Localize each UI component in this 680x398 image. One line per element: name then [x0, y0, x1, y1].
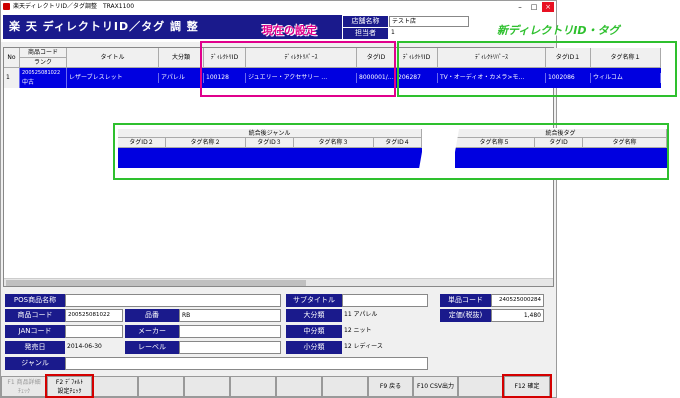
pos-name-label: POS商品名称	[5, 294, 65, 307]
subtitle-field[interactable]	[342, 294, 428, 307]
product-code-label: 商品コード	[5, 309, 65, 322]
current-settings-callout: 現在の設定	[262, 24, 317, 37]
f4-button[interactable]	[138, 376, 184, 397]
f7-button[interactable]	[276, 376, 322, 397]
genre-field[interactable]	[65, 357, 428, 370]
f11-button[interactable]	[458, 376, 504, 397]
col-no: No	[4, 48, 20, 68]
mid-label: 中分類	[286, 325, 342, 338]
jan-field[interactable]	[65, 325, 123, 338]
minor-field: 12 レディース	[344, 343, 383, 350]
app-icon	[3, 3, 10, 10]
close-icon[interactable]: ×	[542, 2, 554, 12]
current-settings-highlight	[200, 41, 396, 97]
row-code: 200525081022	[20, 68, 67, 78]
f1-detail-check-button[interactable]: F1 商品詳細 ﾁｪｯｸ	[1, 376, 47, 397]
row-rank: 中古	[20, 78, 67, 88]
unit-code-label: 単品コード	[440, 294, 491, 307]
release-label: 発売日	[5, 341, 65, 354]
row-major: アパレル	[159, 73, 204, 83]
staff-field: 1	[391, 29, 395, 36]
f9-back-button[interactable]: F9 戻る	[368, 376, 413, 397]
price-field[interactable]: 1,480	[491, 309, 544, 322]
maker-field[interactable]	[179, 325, 281, 338]
scrollbar-thumb[interactable]	[6, 280, 306, 286]
shop-label: 店舗名称	[343, 16, 388, 27]
f8-button[interactable]	[322, 376, 368, 397]
f12-highlight	[502, 374, 552, 398]
f6-button[interactable]	[230, 376, 276, 397]
major-field: 11 アパレル	[344, 311, 378, 318]
part-no-label: 品番	[125, 309, 179, 322]
major-label: 大分類	[286, 309, 342, 322]
jan-label: JANコード	[5, 325, 65, 338]
f3-button[interactable]	[92, 376, 138, 397]
label-field[interactable]	[179, 341, 281, 354]
unit-code-field[interactable]: 240525000284	[491, 294, 544, 307]
pos-name-field[interactable]	[65, 294, 281, 307]
f10-csv-button[interactable]: F10 CSV出力	[413, 376, 458, 397]
shop-field: テスト店	[389, 16, 469, 27]
mid-field: 12 ニット	[344, 327, 372, 334]
col-major: 大分類	[159, 48, 204, 68]
new-directory-callout: 新ディレクトリID・タグ	[497, 24, 620, 37]
row-title: レザーブレスレット	[67, 73, 159, 83]
merged-tags-highlight	[113, 123, 669, 180]
release-field: 2014-06-30	[67, 343, 102, 350]
label-label: レーベル	[125, 341, 179, 354]
price-label: 定価(税抜)	[440, 309, 491, 322]
title-bar: 楽天ディレクトリID／タグ調整 TRAX1100 – □ ×	[1, 1, 556, 12]
maker-label: メーカー	[125, 325, 179, 338]
grid-scrollbar[interactable]	[4, 278, 553, 286]
window-title: 楽天ディレクトリID／タグ調整 TRAX1100	[13, 3, 135, 10]
col-code: 商品コード	[20, 48, 67, 58]
new-directory-highlight	[397, 41, 677, 97]
product-code-field[interactable]: 200525081022	[65, 309, 123, 322]
f2-highlight	[45, 374, 94, 398]
minimize-icon[interactable]: –	[514, 2, 526, 12]
genre-label: ジャンル	[5, 357, 65, 370]
staff-label: 担当者	[343, 28, 388, 39]
maximize-icon[interactable]: □	[528, 2, 540, 12]
row-no: 1	[4, 68, 20, 88]
col-title: タイトル	[67, 48, 159, 68]
f5-button[interactable]	[184, 376, 230, 397]
subtitle-label: サブタイトル	[286, 294, 342, 307]
col-rank: ランク	[20, 58, 67, 68]
minor-label: 小分類	[286, 341, 342, 354]
part-no-field[interactable]: RB	[179, 309, 281, 322]
